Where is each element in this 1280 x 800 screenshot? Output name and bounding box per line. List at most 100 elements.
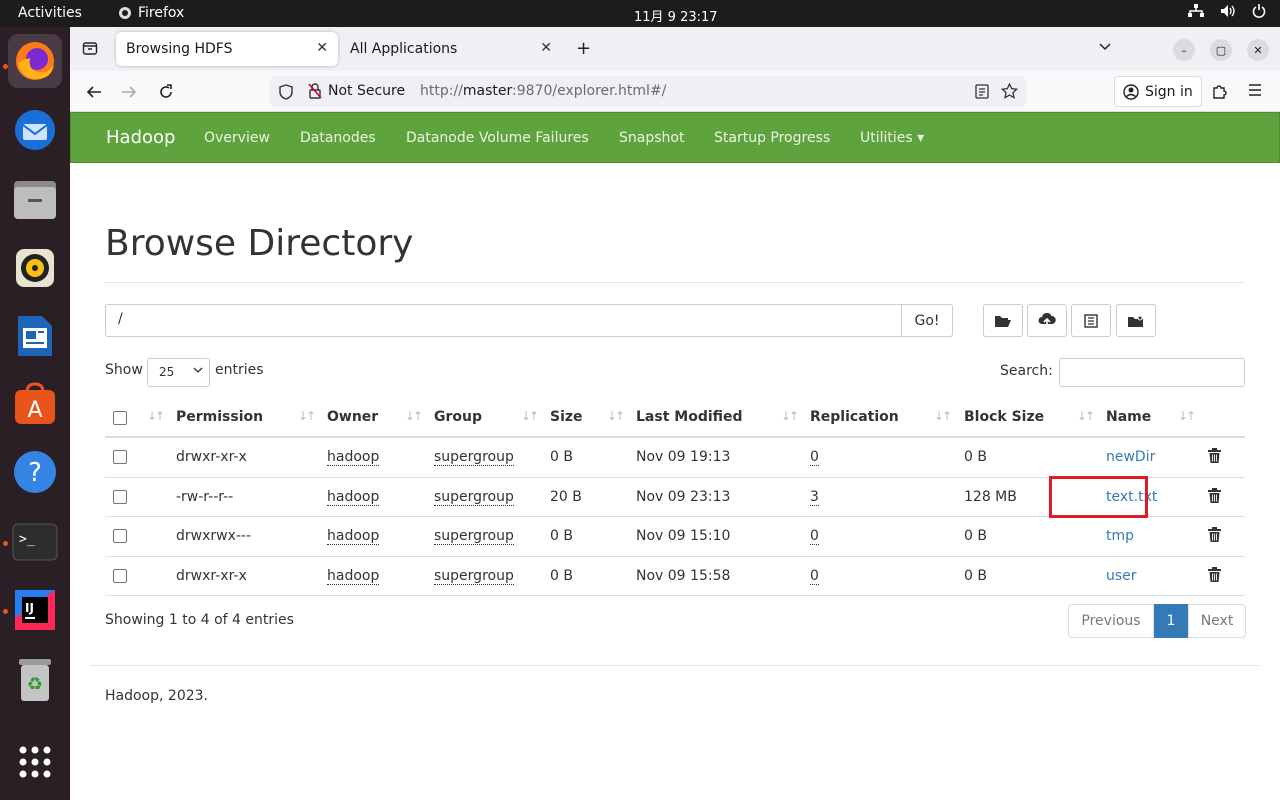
app-menu[interactable]: Firefox	[118, 5, 184, 21]
back-button[interactable]	[81, 79, 107, 105]
column-owner[interactable]: Owner	[327, 409, 378, 425]
nav-startup-progress[interactable]: Startup Progress	[714, 130, 830, 146]
replication-cell[interactable]: 0	[810, 449, 819, 466]
dock-rhythmbox[interactable]	[8, 241, 62, 295]
sort-icon[interactable]: ↓↑	[405, 409, 423, 423]
firefox-view-icon	[82, 42, 98, 55]
search-input[interactable]	[1059, 358, 1245, 387]
svg-text:>_: >_	[19, 532, 35, 547]
sort-icon[interactable]: ↓↑	[607, 409, 625, 423]
url-bar[interactable]: Not Secure http://master:9870/explorer.h…	[270, 76, 1026, 107]
show-apps-button[interactable]	[8, 735, 62, 789]
hadoop-brand[interactable]: Hadoop	[106, 127, 175, 148]
firefox-view-button[interactable]	[82, 40, 98, 60]
sort-icon[interactable]: ↓↑	[147, 409, 165, 423]
new-tab-button[interactable]: +	[576, 38, 591, 59]
system-tray[interactable]	[1188, 4, 1266, 18]
directory-path-input[interactable]: /	[105, 304, 902, 337]
minimize-button[interactable]: –	[1173, 39, 1195, 61]
table-row: drwxr-xr-x hadoop supergroup 0 B Nov 09 …	[105, 557, 1245, 596]
insecure-lock-icon[interactable]	[308, 83, 322, 99]
replication-cell[interactable]: 0	[810, 568, 819, 585]
nav-overview[interactable]: Overview	[204, 130, 270, 146]
dock-help[interactable]: ?	[8, 445, 62, 499]
rhythmbox-icon	[16, 249, 54, 287]
nav-utilities-dropdown[interactable]: Utilities ▾	[860, 130, 924, 146]
column-name[interactable]: Name	[1106, 409, 1151, 425]
dock-thunderbird[interactable]	[8, 103, 62, 157]
row-checkbox[interactable]	[113, 450, 127, 464]
close-tab-icon[interactable]: ✕	[316, 40, 328, 56]
not-secure-label[interactable]: Not Secure	[328, 83, 405, 99]
sort-icon[interactable]: ↓↑	[1178, 409, 1196, 423]
dock-files[interactable]	[8, 173, 62, 227]
cut-paste-button[interactable]	[1071, 304, 1111, 337]
nav-datanodes[interactable]: Datanodes	[300, 130, 376, 146]
next-page-button[interactable]: Next	[1188, 604, 1246, 638]
column-replication[interactable]: Replication	[810, 409, 899, 425]
page-length-value: 25	[159, 365, 175, 379]
column-block-size[interactable]: Block Size	[964, 409, 1044, 425]
column-group[interactable]: Group	[434, 409, 482, 425]
url-text[interactable]: http://master:9870/explorer.html#/	[420, 83, 666, 99]
volume-icon	[1221, 5, 1235, 17]
extensions-button[interactable]	[1212, 83, 1228, 104]
column-size[interactable]: Size	[550, 409, 583, 425]
dock-trash[interactable]: ♻	[8, 653, 62, 707]
page-length-select[interactable]: 25	[147, 358, 210, 387]
dock-software[interactable]: A	[8, 377, 62, 431]
sort-icon[interactable]: ↓↑	[781, 409, 799, 423]
previous-page-button[interactable]: Previous	[1068, 604, 1154, 638]
dock-intellij[interactable]: IJ	[8, 583, 62, 637]
reader-view-icon[interactable]	[975, 84, 989, 99]
row-checkbox[interactable]	[113, 568, 127, 583]
sort-icon[interactable]: ↓↑	[1077, 409, 1095, 423]
nav-snapshot[interactable]: Snapshot	[619, 130, 684, 146]
clock[interactable]: 11月 9 23:17	[634, 6, 718, 25]
sort-icon[interactable]: ↓↑	[934, 409, 952, 423]
name-link[interactable]: tmp	[1106, 528, 1134, 544]
trash-icon[interactable]	[1208, 527, 1221, 542]
forward-button[interactable]	[116, 79, 142, 105]
upload-button[interactable]	[1027, 304, 1067, 337]
list-all-tabs-button[interactable]	[1098, 39, 1112, 57]
dock-terminal[interactable]: >_	[8, 515, 62, 569]
app-menu-button[interactable]	[1248, 83, 1262, 101]
page-1-button[interactable]: 1	[1154, 604, 1188, 638]
trash-icon[interactable]	[1208, 566, 1221, 582]
go-button[interactable]: Go!	[901, 304, 953, 337]
modified-cell: Nov 09 23:13	[636, 488, 731, 505]
tab-browsing-hdfs[interactable]: Browsing HDFS ✕	[116, 32, 338, 66]
tab-all-applications[interactable]: All Applications ✕	[340, 32, 562, 66]
create-directory-button[interactable]	[983, 304, 1023, 337]
row-checkbox[interactable]	[113, 489, 127, 504]
maximize-button[interactable]: ▢	[1210, 39, 1232, 61]
row-checkbox[interactable]	[113, 529, 127, 543]
activities-button[interactable]: Activities	[18, 5, 82, 21]
trash-icon[interactable]	[1208, 448, 1221, 463]
bookmark-star-icon[interactable]	[1001, 83, 1018, 99]
close-tab-icon[interactable]: ✕	[540, 40, 552, 56]
close-window-button[interactable]: ✕	[1247, 39, 1269, 61]
replication-cell[interactable]: 0	[810, 528, 819, 545]
column-permission[interactable]: Permission	[176, 409, 263, 425]
replication-cell[interactable]: 3	[810, 489, 819, 506]
dock-firefox[interactable]	[8, 34, 62, 88]
dock-writer[interactable]	[8, 309, 62, 363]
svg-text:♻: ♻	[27, 674, 43, 695]
name-link[interactable]: newDir	[1106, 449, 1155, 465]
url-host: master	[462, 83, 513, 99]
sort-icon[interactable]: ↓↑	[298, 409, 316, 423]
hadoop-navbar: Hadoop Overview Datanodes Datanode Volum…	[70, 112, 1280, 163]
sort-icon[interactable]: ↓↑	[521, 409, 539, 423]
sign-in-button[interactable]: Sign in	[1114, 76, 1202, 107]
snapshot-button[interactable]	[1116, 304, 1156, 337]
reload-button[interactable]	[153, 79, 179, 105]
trash-icon[interactable]	[1208, 487, 1221, 503]
shield-icon[interactable]	[279, 84, 293, 100]
name-link[interactable]: user	[1106, 568, 1137, 584]
select-all-checkbox[interactable]	[113, 411, 127, 425]
nav-datanode-volume-failures[interactable]: Datanode Volume Failures	[406, 130, 589, 146]
group-cell: supergroup	[434, 567, 514, 585]
column-last-modified[interactable]: Last Modified	[636, 409, 743, 425]
